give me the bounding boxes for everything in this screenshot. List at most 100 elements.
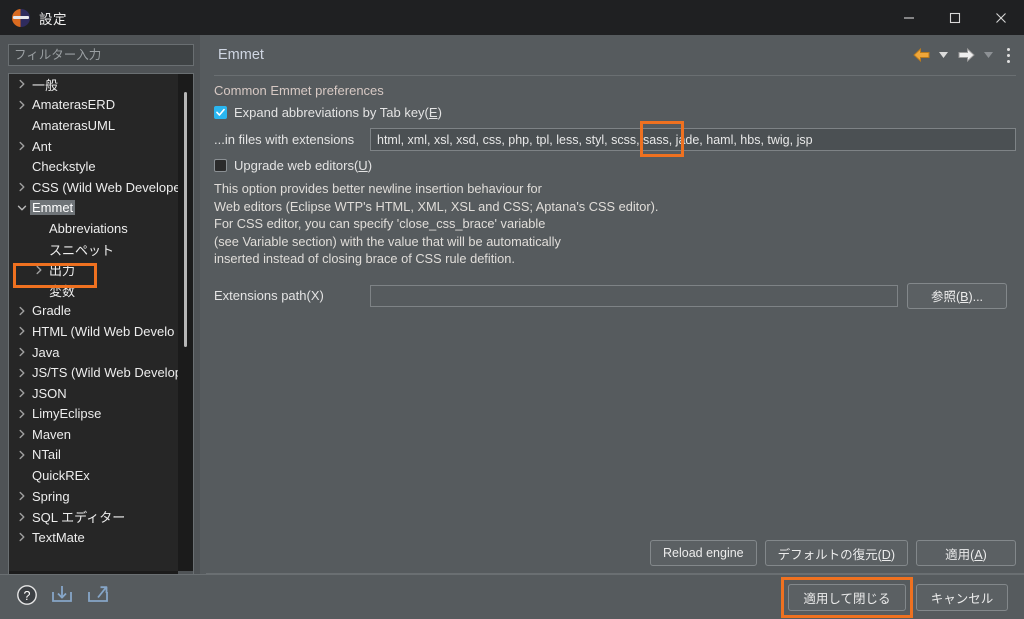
sidebar-item[interactable]: Checkstyle — [9, 156, 179, 177]
sidebar-item-label: Gradle — [32, 303, 72, 319]
sidebar-item-label: Emmet — [30, 200, 76, 216]
preference-page: Emmet Common Emmet preferences Expand ab… — [206, 35, 1024, 574]
sidebar-item[interactable]: Maven — [9, 424, 179, 445]
sidebar-item-label: HTML (Wild Web Develo — [32, 323, 175, 339]
sidebar-item[interactable]: Gradle — [9, 301, 179, 322]
chevron-right-icon[interactable] — [14, 326, 30, 336]
chevron-right-icon[interactable] — [31, 265, 47, 275]
close-icon[interactable] — [978, 0, 1024, 35]
sidebar-item[interactable]: SQL エディター — [9, 506, 179, 527]
sidebar-item-label: NTail — [32, 447, 61, 463]
apply-button[interactable]: 適用(A) — [916, 540, 1016, 566]
sidebar-item[interactable]: HTML (Wild Web Develo — [9, 321, 179, 342]
sidebar-item-label: JSON — [32, 385, 67, 401]
sidebar-item-label: QuickREx — [32, 468, 90, 484]
expand-abbreviations-label: Expand abbreviations by Tab key(E) — [234, 105, 442, 120]
chevron-right-icon[interactable] — [14, 368, 30, 378]
maximize-icon[interactable] — [932, 0, 978, 35]
forward-dropdown-icon[interactable] — [981, 43, 996, 67]
sidebar-item-label: Abbreviations — [49, 220, 128, 236]
sidebar-item-label: Ant — [32, 138, 52, 154]
forward-arrow-icon[interactable] — [953, 43, 979, 67]
tree-vertical-scroll-thumb[interactable] — [184, 92, 187, 347]
chevron-right-icon[interactable] — [14, 532, 30, 542]
sidebar-item-label: AmaterasUML — [32, 117, 116, 133]
title-separator — [214, 75, 1016, 76]
sidebar-item[interactable]: NTail — [9, 445, 179, 466]
extensions-path-label: Extensions path(X) — [214, 288, 324, 303]
chevron-down-icon[interactable] — [14, 203, 30, 213]
sidebar-item-label: CSS (Wild Web Developer — [32, 179, 179, 195]
chevron-right-icon[interactable] — [14, 388, 30, 398]
sidebar-item[interactable]: JS/TS (Wild Web Developr — [9, 362, 179, 383]
reload-engine-button[interactable]: Reload engine — [650, 540, 757, 566]
extensions-row: ...in files with extensions — [214, 121, 1016, 157]
sidebar-item-label: 一般 — [32, 77, 59, 93]
cancel-button[interactable]: キャンセル — [916, 584, 1008, 611]
export-icon[interactable] — [86, 584, 110, 606]
chevron-right-icon[interactable] — [14, 79, 30, 89]
sidebar-item[interactable]: CSS (Wild Web Developer — [9, 177, 179, 198]
chevron-right-icon[interactable] — [14, 409, 30, 419]
sidebar-item[interactable]: 一般 — [9, 74, 179, 95]
extensions-label: ...in files with extensions — [214, 132, 355, 147]
upgrade-web-editors-row[interactable]: Upgrade web editors(U) — [214, 158, 1016, 173]
sidebar-item[interactable]: Abbreviations — [9, 218, 179, 239]
extensions-input[interactable] — [370, 128, 1016, 151]
sidebar-item[interactable]: 変数 — [9, 280, 179, 301]
sidebar-item[interactable]: Java — [9, 342, 179, 363]
dialog-button-bar: 適用して閉じる キャンセル — [781, 577, 1008, 618]
upgrade-web-editors-checkbox[interactable] — [214, 159, 227, 172]
chevron-right-icon[interactable] — [14, 141, 30, 151]
chevron-right-icon[interactable] — [14, 100, 30, 110]
sidebar-item[interactable]: TextMate — [9, 527, 179, 548]
import-icon[interactable] — [50, 584, 74, 606]
chevron-right-icon[interactable] — [14, 512, 30, 522]
chevron-right-icon[interactable] — [14, 306, 30, 316]
sidebar-item-label: JS/TS (Wild Web Developr — [32, 365, 179, 381]
option-description: This option provides better newline inse… — [214, 181, 659, 266]
sidebar-item-label: AmaterasERD — [32, 97, 116, 113]
sidebar-item[interactable]: 出力 — [9, 259, 179, 280]
restore-defaults-button[interactable]: デフォルトの復元(D) — [764, 540, 908, 566]
browse-button[interactable]: 参照(B)... — [907, 282, 1007, 309]
back-dropdown-icon[interactable] — [936, 43, 951, 67]
section-heading: Common Emmet preferences — [214, 83, 384, 98]
chevron-right-icon[interactable] — [14, 450, 30, 460]
sidebar: 一般 AmaterasERD AmaterasUML Ant Checkstyle CSS… — [0, 35, 200, 591]
expand-abbreviations-checkbox[interactable] — [214, 106, 227, 119]
sidebar-item[interactable]: AmaterasERD — [9, 95, 179, 116]
help-icon[interactable]: ? — [16, 584, 38, 606]
tree-list: 一般 AmaterasERD AmaterasUML Ant Checkstyle CSS… — [9, 74, 179, 571]
tree-vertical-scrollbar[interactable] — [178, 74, 193, 571]
window-controls — [886, 0, 1024, 35]
expand-abbreviations-row[interactable]: Expand abbreviations by Tab key(E) — [214, 105, 1016, 120]
filter-input[interactable] — [8, 44, 194, 66]
sidebar-item[interactable]: Ant — [9, 136, 179, 157]
sidebar-item-label: LimyEclipse — [32, 406, 102, 422]
chevron-right-icon[interactable] — [14, 347, 30, 357]
window-title: 設定 — [39, 11, 67, 27]
sidebar-item[interactable]: AmaterasUML — [9, 115, 179, 136]
back-arrow-icon[interactable] — [908, 43, 934, 67]
svg-text:?: ? — [24, 589, 31, 603]
apply-and-close-wrapper: 適用して閉じる — [781, 577, 913, 618]
sidebar-item-label: 変数 — [49, 283, 76, 299]
chevron-right-icon[interactable] — [14, 491, 30, 501]
sidebar-item[interactable]: JSON — [9, 383, 179, 404]
minimize-icon[interactable] — [886, 0, 932, 35]
sidebar-item-label: SQL エディター — [32, 510, 126, 526]
sidebar-item[interactable]: スニペット — [9, 239, 179, 260]
extensions-path-input[interactable] — [370, 284, 898, 307]
sidebar-item[interactable]: LimyEclipse — [9, 404, 179, 425]
sidebar-item[interactable]: Spring — [9, 486, 179, 507]
sidebar-item[interactable]: QuickREx — [9, 465, 179, 486]
page-navigation — [908, 43, 1018, 67]
apply-and-close-button[interactable]: 適用して閉じる — [788, 584, 906, 611]
chevron-right-icon[interactable] — [14, 182, 30, 192]
sidebar-item-label: Maven — [32, 426, 72, 442]
sidebar-item[interactable]: Emmet — [9, 198, 179, 219]
view-menu-icon[interactable] — [998, 43, 1018, 67]
preferences-dialog: 設定 一般 AmaterasERD AmaterasUML Ant Checkstyle… — [0, 0, 1024, 619]
chevron-right-icon[interactable] — [14, 429, 30, 439]
